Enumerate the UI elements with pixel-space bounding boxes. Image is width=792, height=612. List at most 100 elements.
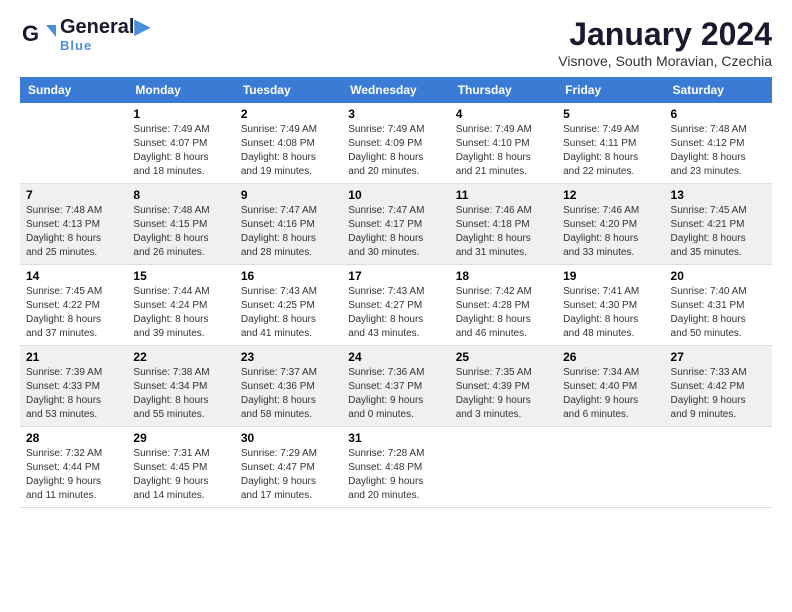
day-info: Sunrise: 7:45 AMSunset: 4:22 PMDaylight:… [26,285,121,341]
week-row-4: 21 Sunrise: 7:39 AMSunset: 4:33 PMDayligh… [20,346,772,427]
day-info: Sunrise: 7:49 AMSunset: 4:08 PMDaylight:… [241,123,336,179]
col-sunday: Sunday [20,77,127,103]
day-cell: 30 Sunrise: 7:29 AMSunset: 4:47 PMDayligh… [235,427,342,508]
day-number: 23 [241,350,336,364]
title-block: January 2024 Visnove, South Moravian, Cz… [558,16,772,69]
day-cell: 29 Sunrise: 7:31 AMSunset: 4:45 PMDayligh… [127,427,234,508]
day-number: 16 [241,269,336,283]
day-cell: 27Sunrise: 7:33 AMSunset: 4:42 PMDayligh… [665,346,772,427]
col-wednesday: Wednesday [342,77,449,103]
day-cell: 6 Sunrise: 7:48 AMSunset: 4:12 PMDaylight… [665,103,772,184]
day-info: Sunrise: 7:48 AMSunset: 4:12 PMDaylight:… [671,123,766,179]
day-info: Sunrise: 7:47 AMSunset: 4:16 PMDaylight:… [241,204,336,260]
week-row-5: 28 Sunrise: 7:32 AMSunset: 4:44 PMDayligh… [20,427,772,508]
day-cell: 26 Sunrise: 7:34 AMSunset: 4:40 PMDayligh… [557,346,664,427]
day-number: 26 [563,350,658,364]
day-cell: 12 Sunrise: 7:46 AMSunset: 4:20 PMDayligh… [557,184,664,265]
day-number: 31 [348,431,443,445]
day-number: 15 [133,269,228,283]
day-number: 4 [456,107,551,121]
day-cell: 17 Sunrise: 7:43 AMSunset: 4:27 PMDayligh… [342,265,449,346]
day-cell: 16 Sunrise: 7:43 AMSunset: 4:25 PMDayligh… [235,265,342,346]
day-cell [665,427,772,508]
day-cell: 23Sunrise: 7:37 AMSunset: 4:36 PMDayligh… [235,346,342,427]
day-cell: 9 Sunrise: 7:47 AMSunset: 4:16 PMDaylight… [235,184,342,265]
day-cell: 7Sunrise: 7:48 AMSunset: 4:13 PMDaylight… [20,184,127,265]
header-row: Sunday Monday Tuesday Wednesday Thursday… [20,77,772,103]
day-cell: 15 Sunrise: 7:44 AMSunset: 4:24 PMDayligh… [127,265,234,346]
day-cell: 1Sunrise: 7:49 AMSunset: 4:07 PMDaylight… [127,103,234,184]
day-cell: 11Sunrise: 7:46 AMSunset: 4:18 PMDayligh… [450,184,557,265]
day-cell: 25 Sunrise: 7:35 AMSunset: 4:39 PMDayligh… [450,346,557,427]
day-cell [20,103,127,184]
day-number: 2 [241,107,336,121]
day-number: 3 [348,107,443,121]
day-cell: 31 Sunrise: 7:28 AMSunset: 4:48 PMDayligh… [342,427,449,508]
day-number: 20 [671,269,766,283]
day-cell: 20 Sunrise: 7:40 AMSunset: 4:31 PMDayligh… [665,265,772,346]
day-number: 11 [456,188,551,202]
day-number: 10 [348,188,443,202]
day-number: 9 [241,188,336,202]
week-row-1: 1Sunrise: 7:49 AMSunset: 4:07 PMDaylight… [20,103,772,184]
day-cell: 2 Sunrise: 7:49 AMSunset: 4:08 PMDaylight… [235,103,342,184]
day-info: Sunrise: 7:42 AMSunset: 4:28 PMDaylight:… [456,285,551,341]
day-cell [450,427,557,508]
month-title: January 2024 [558,16,772,53]
day-number: 14 [26,269,121,283]
day-number: 13 [671,188,766,202]
day-info: Sunrise: 7:47 AMSunset: 4:17 PMDaylight:… [348,204,443,260]
col-monday: Monday [127,77,234,103]
day-number: 24 [348,350,443,364]
location: Visnove, South Moravian, Czechia [558,53,772,69]
day-info: Sunrise: 7:31 AMSunset: 4:45 PMDaylight:… [133,447,228,503]
col-saturday: Saturday [665,77,772,103]
day-info: Sunrise: 7:40 AMSunset: 4:31 PMDaylight:… [671,285,766,341]
day-cell: 4 Sunrise: 7:49 AMSunset: 4:10 PMDaylight… [450,103,557,184]
day-number: 6 [671,107,766,121]
day-info: Sunrise: 7:48 AMSunset: 4:15 PMDaylight:… [133,204,228,260]
day-info: Sunrise: 7:29 AMSunset: 4:47 PMDaylight:… [241,447,336,503]
logo-icon: G [20,17,56,53]
day-number: 8 [133,188,228,202]
calendar-table: Sunday Monday Tuesday Wednesday Thursday… [20,77,772,508]
day-number: 30 [241,431,336,445]
day-info: Sunrise: 7:45 AMSunset: 4:21 PMDaylight:… [671,204,766,260]
day-number: 25 [456,350,551,364]
day-cell: 10 Sunrise: 7:47 AMSunset: 4:17 PMDayligh… [342,184,449,265]
week-row-3: 14 Sunrise: 7:45 AMSunset: 4:22 PMDayligh… [20,265,772,346]
day-cell: 18 Sunrise: 7:42 AMSunset: 4:28 PMDayligh… [450,265,557,346]
header: G General▶ Blue January 2024 Visnove, So… [20,16,772,69]
logo-blue: Blue [60,38,150,53]
page: G General▶ Blue January 2024 Visnove, So… [0,0,792,518]
day-cell: 5Sunrise: 7:49 AMSunset: 4:11 PMDaylight… [557,103,664,184]
day-number: 21 [26,350,121,364]
day-info: Sunrise: 7:46 AMSunset: 4:20 PMDaylight:… [563,204,658,260]
day-info: Sunrise: 7:33 AMSunset: 4:42 PMDaylight:… [671,366,766,422]
day-number: 29 [133,431,228,445]
day-number: 19 [563,269,658,283]
day-cell: 19Sunrise: 7:41 AMSunset: 4:30 PMDayligh… [557,265,664,346]
day-info: Sunrise: 7:44 AMSunset: 4:24 PMDaylight:… [133,285,228,341]
col-friday: Friday [557,77,664,103]
day-info: Sunrise: 7:34 AMSunset: 4:40 PMDaylight:… [563,366,658,422]
day-number: 17 [348,269,443,283]
logo: G General▶ Blue [20,16,150,53]
day-number: 12 [563,188,658,202]
svg-text:G: G [22,21,39,46]
day-info: Sunrise: 7:43 AMSunset: 4:27 PMDaylight:… [348,285,443,341]
day-info: Sunrise: 7:28 AMSunset: 4:48 PMDaylight:… [348,447,443,503]
day-number: 1 [133,107,228,121]
day-info: Sunrise: 7:43 AMSunset: 4:25 PMDaylight:… [241,285,336,341]
day-cell: 8 Sunrise: 7:48 AMSunset: 4:15 PMDaylight… [127,184,234,265]
day-info: Sunrise: 7:49 AMSunset: 4:10 PMDaylight:… [456,123,551,179]
day-info: Sunrise: 7:32 AMSunset: 4:44 PMDaylight:… [26,447,121,503]
day-number: 7 [26,188,121,202]
day-number: 18 [456,269,551,283]
day-number: 28 [26,431,121,445]
day-cell: 28 Sunrise: 7:32 AMSunset: 4:44 PMDayligh… [20,427,127,508]
day-info: Sunrise: 7:39 AMSunset: 4:33 PMDaylight:… [26,366,121,422]
day-info: Sunrise: 7:35 AMSunset: 4:39 PMDaylight:… [456,366,551,422]
day-cell [557,427,664,508]
day-info: Sunrise: 7:38 AMSunset: 4:34 PMDaylight:… [133,366,228,422]
